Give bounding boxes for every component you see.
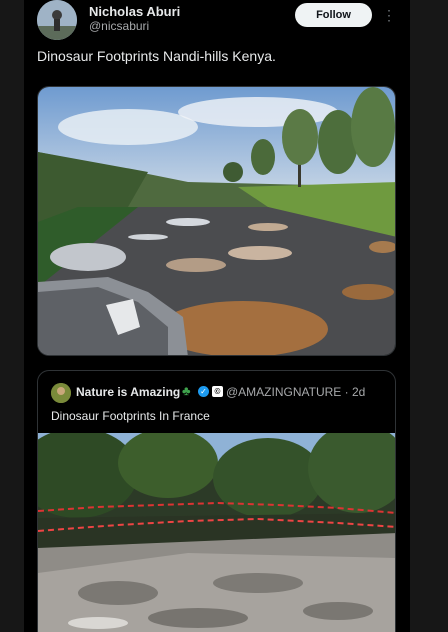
author-handle[interactable]: @nicsaburi	[89, 19, 149, 33]
quoted-post[interactable]: Nature is Amazing ♣ ✓ © @AMAZINGNATURE ·…	[37, 370, 396, 632]
author-avatar[interactable]	[37, 0, 77, 40]
copyright-badge-icon: ©	[212, 386, 223, 397]
more-vertical-icon[interactable]: ⋮	[382, 6, 396, 24]
sprout-icon: ♣	[182, 383, 191, 398]
follow-button[interactable]: Follow	[295, 3, 372, 27]
left-gutter	[0, 0, 24, 632]
post-image[interactable]	[37, 86, 396, 356]
post-text: Dinosaur Footprints Nandi-hills Kenya.	[37, 48, 276, 64]
quoted-post-image[interactable]	[38, 433, 395, 632]
quoted-author-name: Nature is Amazing	[76, 385, 181, 399]
quoted-author-avatar	[51, 383, 71, 403]
verified-badge-icon: ✓	[198, 386, 209, 397]
post[interactable]: Nicholas Aburi @nicsaburi Follow ⋮ Dinos…	[24, 0, 410, 632]
quoted-author-handle-time: @AMAZINGNATURE · 2d	[226, 385, 366, 399]
quoted-post-text: Dinosaur Footprints In France	[51, 409, 210, 423]
author-name[interactable]: Nicholas Aburi	[89, 4, 180, 19]
post-header: Nicholas Aburi @nicsaburi Follow ⋮	[37, 0, 397, 40]
right-gutter	[410, 0, 448, 632]
